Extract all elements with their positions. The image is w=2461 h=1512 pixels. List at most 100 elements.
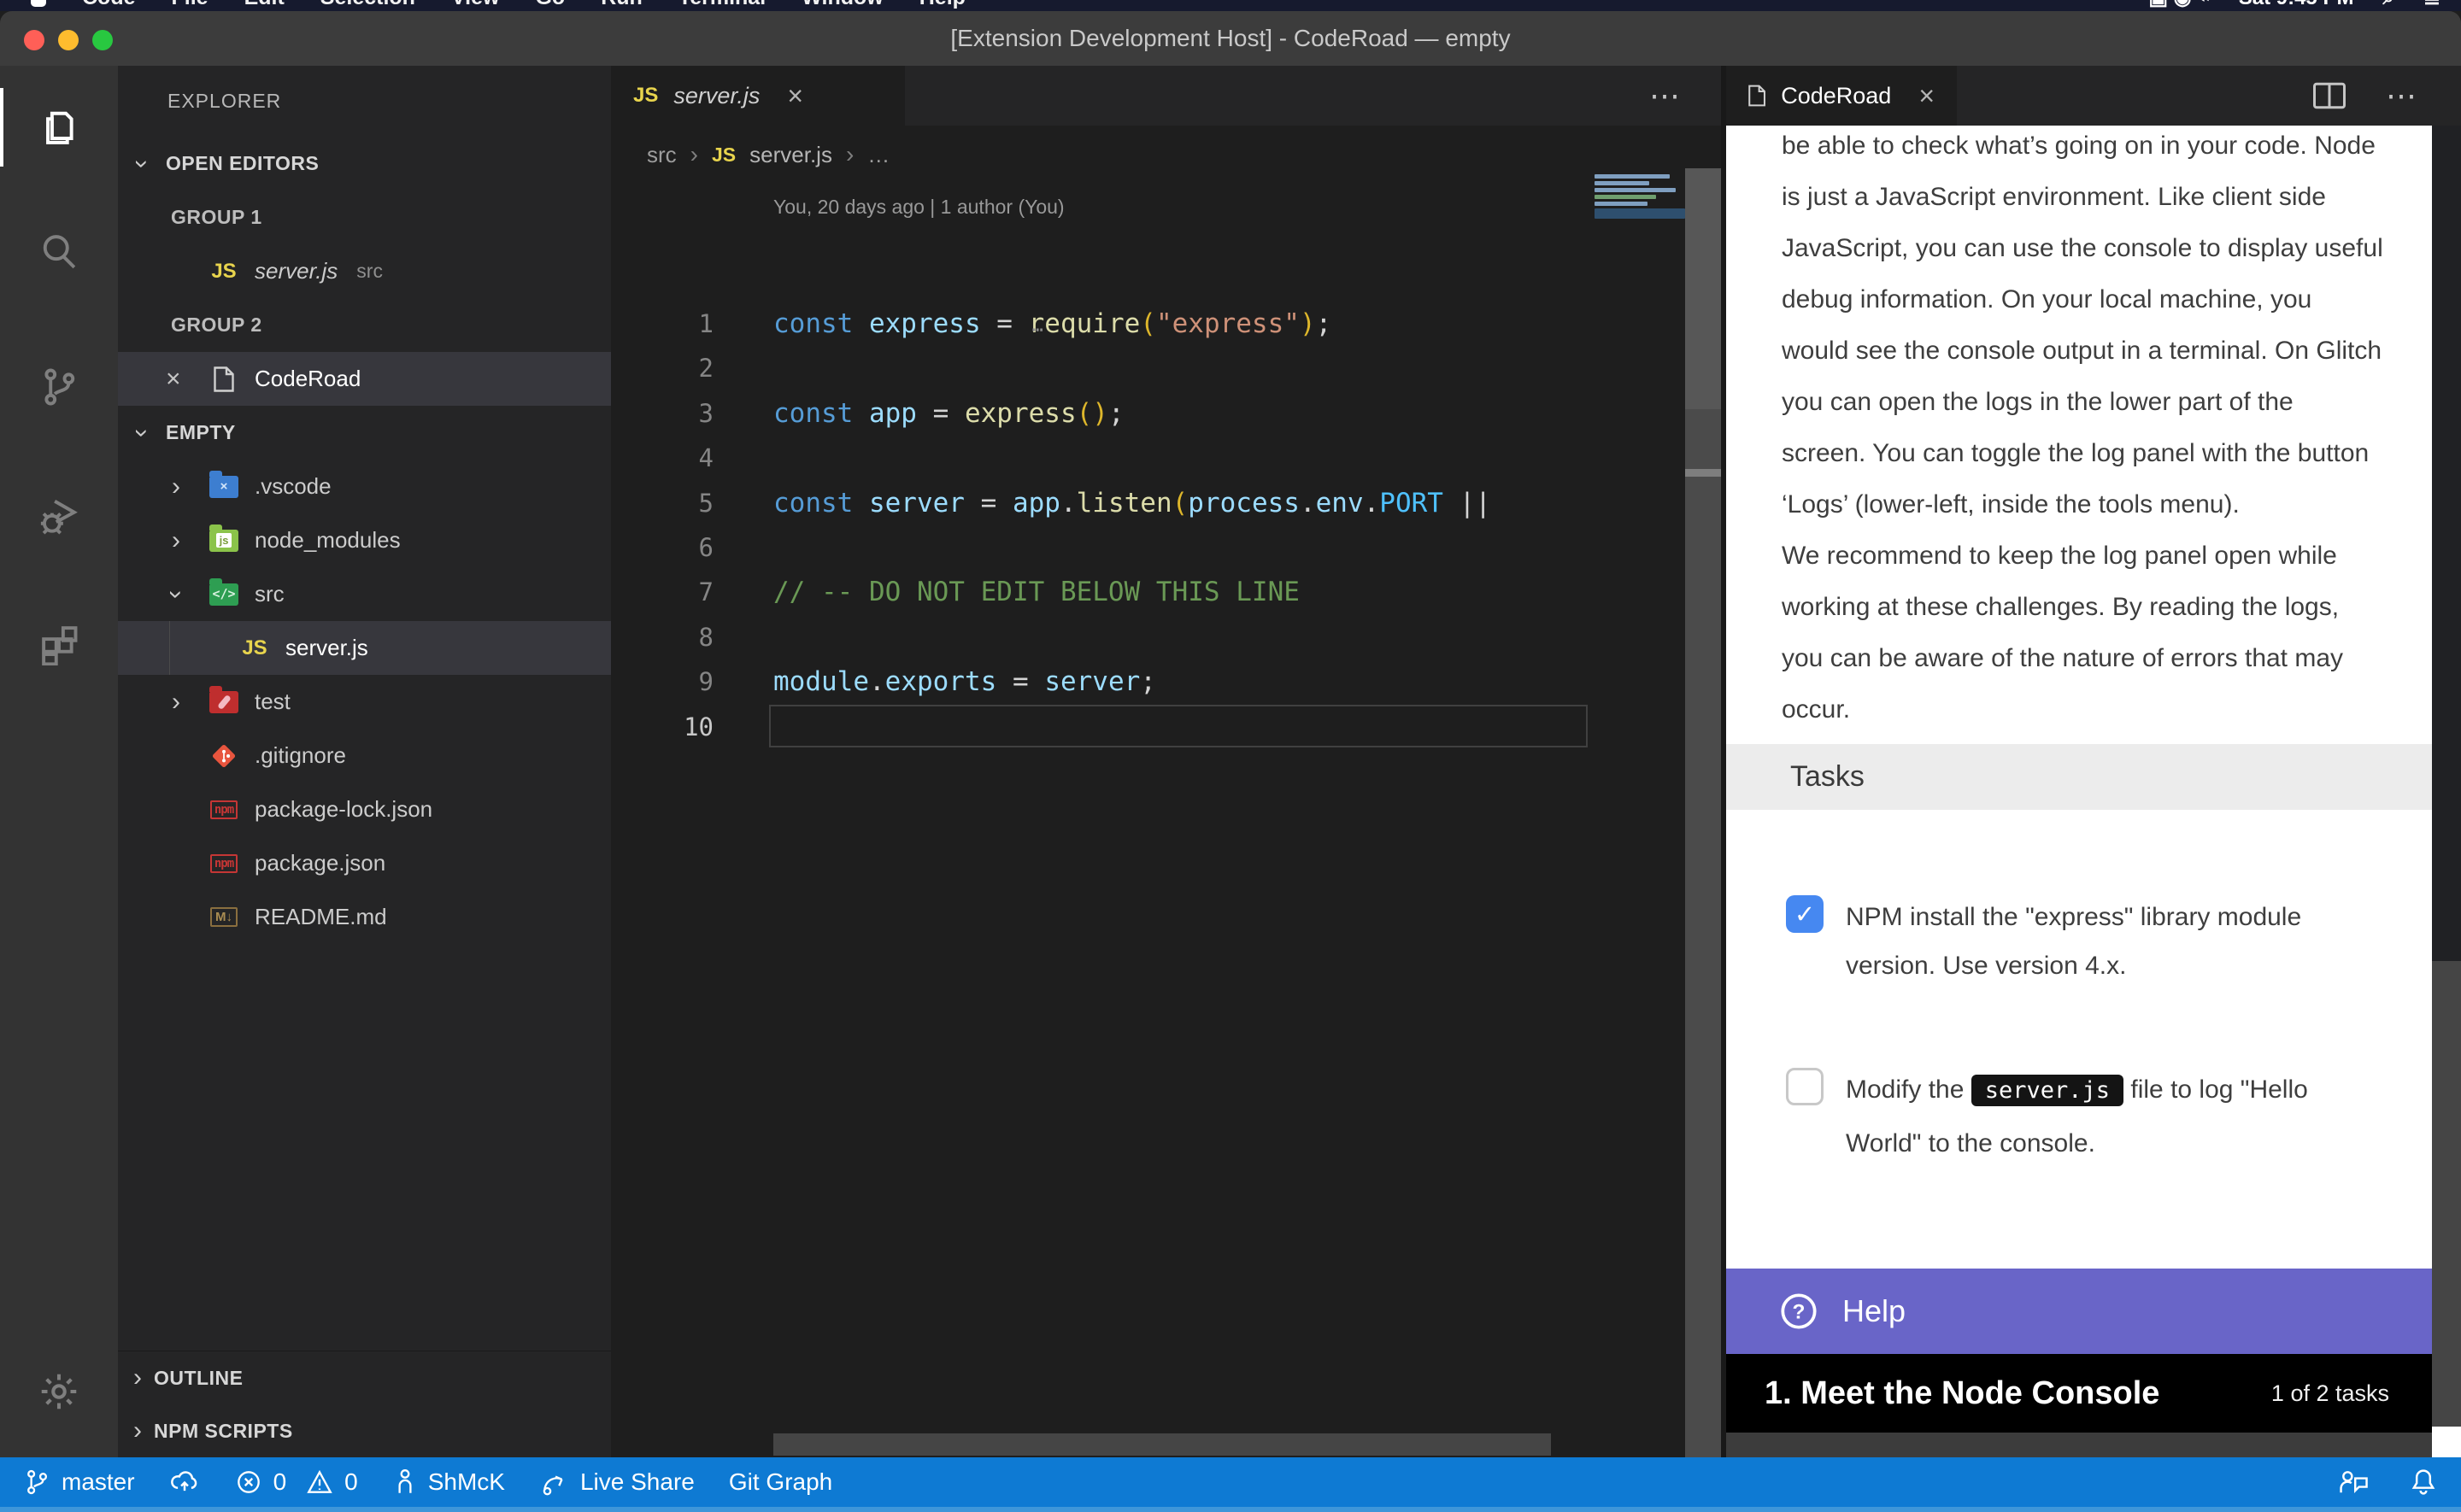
notifications-bell-icon[interactable]: [2408, 1466, 2439, 1498]
close-tab-icon[interactable]: ×: [1918, 80, 1935, 112]
menubar-clock[interactable]: Sat 9:45 PM: [2239, 0, 2354, 10]
code-line-1[interactable]: 1const express = require("express");: [611, 302, 1591, 346]
explorer-row-server-js[interactable]: JSserver.js: [118, 621, 611, 675]
code-line-3[interactable]: 3const app = express();: [611, 391, 1591, 436]
explorer-row-package-lock-json[interactable]: npmpackage-lock.json: [118, 782, 611, 836]
close-editor-icon[interactable]: ×: [166, 365, 181, 394]
code-line-9[interactable]: 9module.exports = server;: [611, 659, 1591, 704]
more-actions-icon[interactable]: ⋯: [1649, 78, 1682, 114]
menubar-item-window[interactable]: Window: [802, 0, 884, 10]
code-line-2[interactable]: 2: [611, 346, 1591, 390]
group-group-1[interactable]: GROUP 1: [118, 190, 611, 244]
task-checkbox-unchecked[interactable]: [1786, 1068, 1824, 1105]
editor-group-server-js: JS server.js × ⋯ src › JS server.js › … …: [611, 66, 1721, 1457]
explorer-row--vscode[interactable]: ›×.vscode: [118, 460, 611, 513]
code-line-5[interactable]: 5const server = app.listen(process.env.P…: [611, 481, 1591, 525]
section-empty[interactable]: ›EMPTY: [118, 406, 611, 460]
tab-server-js[interactable]: JS server.js ×: [611, 66, 905, 126]
control-center-icon[interactable]: ≣: [2423, 0, 2440, 10]
menubar-item-go[interactable]: Go: [535, 0, 565, 10]
explorer-row-coderoad[interactable]: ×CodeRoad: [118, 352, 611, 406]
js-icon: JS: [712, 144, 736, 167]
webview-scrollbar-end: [2432, 1427, 2461, 1457]
code-editor[interactable]: 1const express = require("express");23co…: [611, 236, 1591, 1175]
live-share-item[interactable]: Live Share: [539, 1468, 695, 1497]
explorer-row-src[interactable]: ›</>src: [118, 567, 611, 621]
search-icon[interactable]: [0, 208, 118, 296]
section-outline[interactable]: › OUTLINE: [118, 1351, 611, 1404]
chevron-down-icon: ›: [129, 423, 155, 443]
menubar-item-view[interactable]: View: [451, 0, 500, 10]
tab-coderoad[interactable]: CodeRoad ×: [1726, 66, 1957, 126]
warnings-icon: [305, 1468, 334, 1497]
test-folder-icon: [209, 691, 238, 713]
minimap[interactable]: [1591, 171, 1685, 308]
problems-item[interactable]: 0 0: [234, 1468, 358, 1497]
webview-scrollbar-thumb[interactable]: [2432, 961, 2461, 1427]
live-share-contacts-icon[interactable]: [2336, 1467, 2370, 1497]
errors-icon: [234, 1468, 263, 1497]
explorer-row-server-js[interactable]: JSserver.jssrc: [118, 244, 611, 298]
account-item[interactable]: ShMcK: [392, 1468, 505, 1497]
close-tab-icon[interactable]: ×: [787, 80, 803, 112]
menubar-item-code[interactable]: Code: [82, 0, 136, 10]
vscode-window: Code File Edit Selection View Go Run Terminal Wi…: [0, 0, 2461, 1512]
code-line-7[interactable]: 7// -- DO NOT EDIT BELOW THIS LINE: [611, 570, 1591, 614]
git-graph-item[interactable]: Git Graph: [729, 1468, 832, 1496]
run-debug-icon[interactable]: [0, 471, 118, 560]
window-title: [Extension Development Host] - CodeRoad …: [0, 11, 2461, 66]
extensions-icon[interactable]: [0, 599, 118, 688]
menubar-status-icons: ▣ ◉ ⌁: [2148, 0, 2209, 10]
more-actions-icon[interactable]: ⋯: [2386, 78, 2418, 114]
spotlight-icon[interactable]: ⌕: [2382, 0, 2393, 10]
person-icon: [392, 1468, 418, 1497]
markdown-icon: M↓: [210, 907, 238, 927]
source-control-icon[interactable]: [0, 343, 118, 431]
editor-scrollbar[interactable]: [1685, 168, 1721, 1457]
code-line-4[interactable]: 4: [611, 436, 1591, 480]
git-branch-item[interactable]: master: [22, 1468, 135, 1497]
section-open-editors[interactable]: ›OPEN EDITORS: [118, 137, 611, 190]
explorer-row--gitignore[interactable]: .gitignore: [118, 729, 611, 782]
menubar-item-help[interactable]: Help: [919, 0, 966, 10]
svg-text:?: ?: [1793, 1301, 1806, 1324]
activity-bar: [0, 66, 118, 1457]
tab-bar: CodeRoad × ⋯: [1726, 66, 2461, 126]
menubar-item-terminal[interactable]: Terminal: [678, 0, 766, 10]
apple-menu-icon[interactable]: [31, 0, 46, 7]
publish-changes-item[interactable]: [169, 1467, 200, 1497]
file-icon: [1748, 82, 1765, 109]
explorer-row-readme-md[interactable]: M↓README.md: [118, 890, 611, 944]
node-modules-folder-icon: js: [209, 530, 238, 552]
tab-bar: JS server.js × ⋯: [611, 66, 1721, 126]
settings-gear-icon[interactable]: [0, 1347, 118, 1436]
git-branch-icon: [22, 1468, 51, 1497]
chevron-right-icon: ›: [133, 1363, 142, 1392]
code-line-8[interactable]: 8: [611, 615, 1591, 659]
code-line-10[interactable]: 10: [611, 705, 1591, 749]
menubar-item-file[interactable]: File: [172, 0, 209, 10]
menubar-item-edit[interactable]: Edit: [244, 0, 285, 10]
lesson-description: be able to check what’s going on in your…: [1782, 126, 2432, 735]
explorer-row-package-json[interactable]: npmpackage.json: [118, 836, 611, 890]
codelens-annotation[interactable]: You, 20 days ago | 1 author (You): [773, 196, 1065, 219]
lesson-bar[interactable]: 1. Meet the Node Console 1 of 2 tasks: [1726, 1354, 2432, 1433]
help-accordion[interactable]: ? Help: [1726, 1269, 2432, 1354]
webview-scrollbar-track[interactable]: [2432, 126, 2461, 961]
explorer-icon[interactable]: [0, 83, 118, 172]
group-group-2[interactable]: GROUP 2: [118, 298, 611, 352]
js-icon: JS: [633, 84, 658, 108]
menubar-item-selection[interactable]: Selection: [320, 0, 415, 10]
section-npm-scripts[interactable]: › NPM SCRIPTS: [118, 1404, 611, 1457]
lesson-title: 1. Meet the Node Console: [1765, 1375, 2159, 1412]
coderoad-webview[interactable]: be able to check what’s going on in your…: [1726, 126, 2432, 1457]
split-editor-icon[interactable]: [2312, 81, 2346, 110]
task-checkbox-checked[interactable]: ✓: [1786, 895, 1824, 933]
explorer-row-node-modules[interactable]: ›jsnode_modules: [118, 513, 611, 567]
code-line-6[interactable]: 6: [611, 525, 1591, 570]
menubar-item-run[interactable]: Run: [601, 0, 643, 10]
breadcrumb[interactable]: src › JS server.js › …: [647, 126, 890, 184]
horizontal-scrollbar[interactable]: [773, 1433, 1551, 1456]
explorer-row-test[interactable]: ›test: [118, 675, 611, 729]
status-bar: master 0 0 ShMcK Live Share Git Graph: [0, 1457, 2461, 1507]
